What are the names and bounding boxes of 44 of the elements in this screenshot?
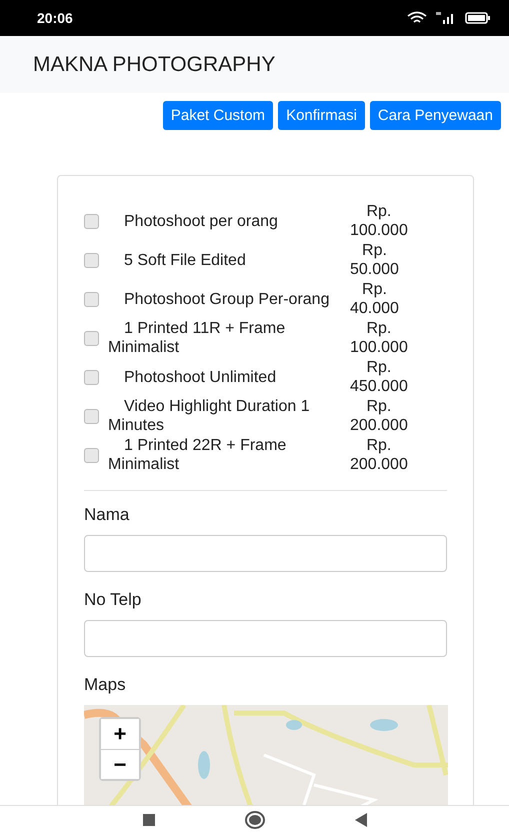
package-label: 1 Printed 11R + Frame Minimalist [108,319,286,357]
wifi-icon [407,11,427,25]
price-amount: 40.000 [350,299,399,318]
price-prefix: Rp. [366,358,392,377]
price-prefix: Rp. [362,241,387,260]
price-prefix: Rp. [366,436,392,455]
battery-icon [465,11,491,25]
price-amount: 50.000 [350,260,399,279]
checkbox[interactable] [84,252,99,268]
package-label: Photoshoot Unlimited [123,368,278,386]
checkbox[interactable] [84,370,99,384]
checkbox[interactable] [84,408,99,424]
input-field[interactable] [84,620,447,657]
nav-button[interactable]: Konfirmasi [278,101,365,130]
price-prefix: Rp. [366,202,392,221]
package-label: 1 Printed 22R + Frame Minimalist [108,436,288,474]
checkbox[interactable] [84,292,99,306]
package-label: Photoshoot per orang [123,212,279,230]
checkbox[interactable] [84,330,99,346]
price-amount: 450.000 [350,377,408,396]
price-amount: 200.000 [350,416,408,435]
checkbox[interactable] [84,448,99,462]
price-prefix: Rp. [362,280,387,299]
field-label: Nama [84,505,130,525]
input-field[interactable] [84,535,447,572]
package-label: Video Highlight Duration 1 Minutes [108,397,311,435]
field-label: No Telp [84,590,142,610]
nav-button[interactable]: Cara Penyewaan [370,101,501,130]
price-amount: 100.000 [350,338,408,357]
status-time: 20:06 [37,10,73,26]
home-icon[interactable] [244,811,264,829]
price-prefix: Rp. [366,397,392,416]
nav-button[interactable]: Paket Custom [162,101,274,130]
zoom-out-button[interactable]: − [101,749,139,779]
checkbox[interactable] [84,214,99,228]
recents-icon[interactable] [142,814,154,826]
package-label: 5 Soft File Edited [123,250,247,270]
price-amount: 200.000 [350,455,408,474]
price-prefix: Rp. [366,319,392,338]
back-icon[interactable] [354,813,366,827]
price-amount: 100.000 [350,221,408,240]
field-label: Maps [84,675,127,695]
package-label: Photoshoot Group Per-orang [123,290,330,308]
app-title: MAKNA PHOTOGRAPHY [33,52,276,76]
